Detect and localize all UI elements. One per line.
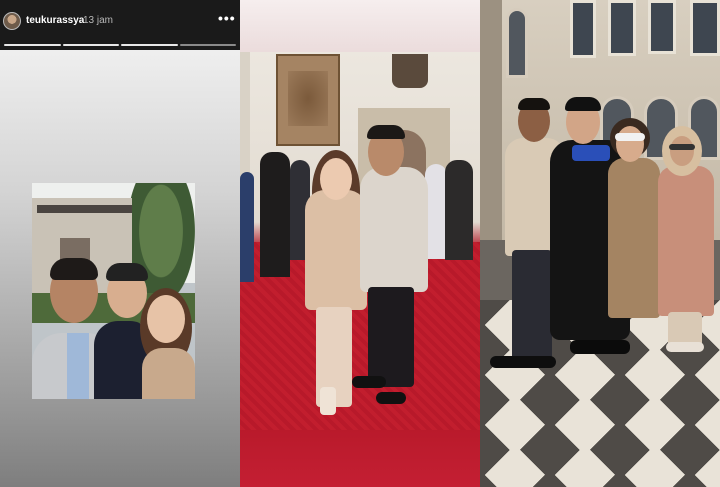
man-shoes (490, 356, 556, 368)
story-panel: teukurassya 13 jam ••• (0, 0, 240, 487)
progress-segment (121, 44, 178, 46)
family-outdoor-panel (480, 0, 720, 487)
window (608, 0, 636, 56)
woman-face (147, 295, 185, 343)
progress-segment (179, 44, 236, 46)
panel-bottom-strip (240, 430, 480, 487)
story-header: teukurassya 13 jam ••• (0, 0, 240, 50)
roof (37, 205, 132, 213)
progress-segment (62, 44, 119, 46)
woman-face (320, 158, 352, 200)
wall-ornament (392, 54, 428, 88)
graduate-shoes (570, 340, 630, 354)
avatar[interactable] (3, 12, 21, 30)
bystander (445, 160, 473, 260)
man-shoe (376, 392, 406, 404)
woman-coat (142, 348, 195, 399)
man-shirt (67, 333, 89, 399)
window (690, 0, 720, 56)
woman-coat (608, 158, 660, 318)
man-hair (50, 258, 98, 280)
man-trousers (512, 250, 552, 360)
more-options-icon[interactable]: ••• (218, 10, 236, 26)
young-man-hair (106, 263, 148, 281)
story-username[interactable]: teukurassya (26, 15, 84, 26)
window (648, 0, 676, 54)
gown-hood (572, 145, 610, 161)
building-column (480, 0, 502, 240)
panel-top-strip (240, 0, 480, 52)
man-hair (367, 125, 405, 139)
graduation-hall-panel (240, 0, 480, 487)
selfie-photo (32, 183, 195, 399)
bystander (240, 172, 254, 282)
bystander (425, 164, 447, 259)
man-hair (518, 98, 550, 110)
window (570, 0, 596, 58)
man-shoe (352, 376, 386, 388)
older-woman-shoes (666, 342, 704, 352)
bystander (260, 152, 290, 277)
arched-window (506, 8, 528, 78)
woman-coat (305, 190, 367, 310)
man-trousers (368, 287, 414, 387)
graduation-hall-photo (240, 52, 480, 430)
woman-shoe (320, 387, 336, 415)
sunglasses-icon (615, 133, 645, 141)
progress-segment (4, 44, 61, 46)
older-woman-face (670, 136, 694, 166)
older-woman-coat (658, 166, 714, 316)
painting (276, 54, 340, 146)
graduate-hair (565, 97, 601, 111)
story-timestamp: 13 jam (83, 15, 114, 26)
sunglasses-icon (669, 144, 695, 150)
woman-face (616, 126, 644, 162)
story-progress-bar (4, 44, 236, 46)
man-blazer (360, 167, 428, 292)
